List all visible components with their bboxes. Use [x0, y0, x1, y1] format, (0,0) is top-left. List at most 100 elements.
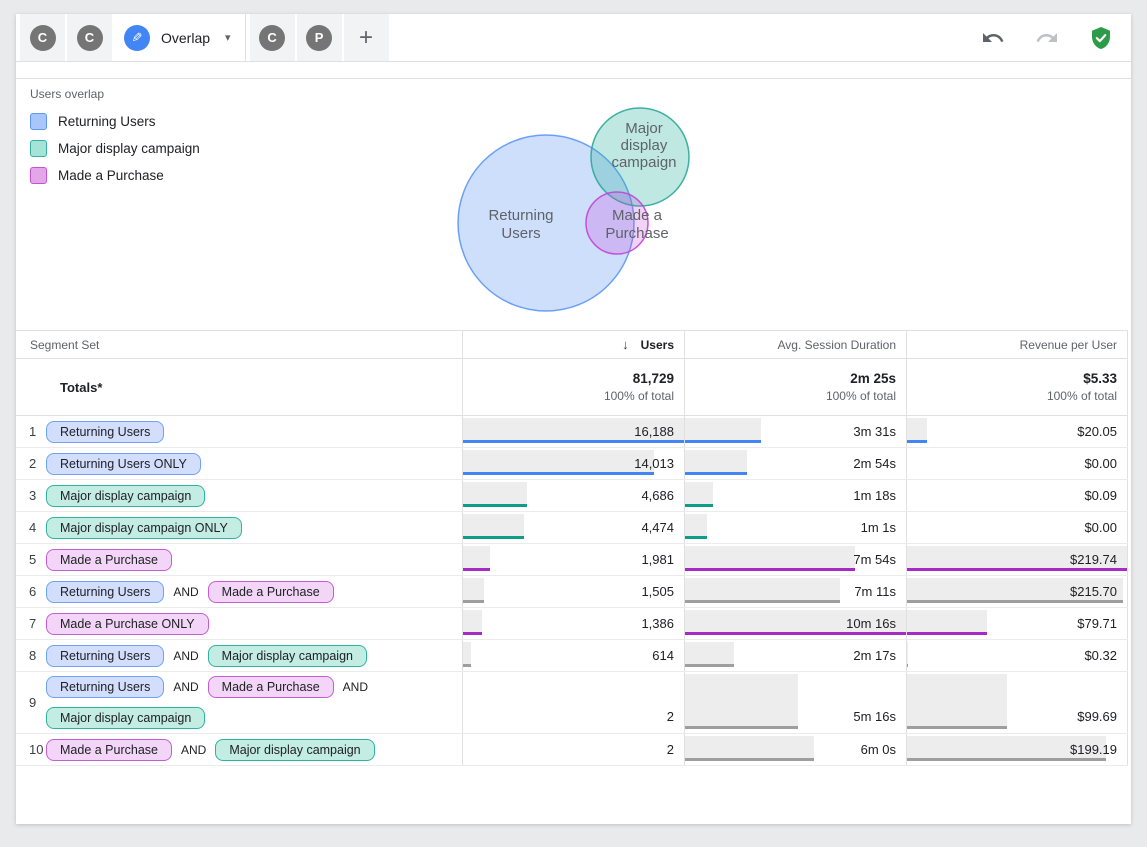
row-number: 1: [16, 424, 46, 439]
revenue-cell: $79.71: [906, 608, 1128, 639]
revenue-value: $0.00: [1084, 456, 1127, 471]
users-cell: 2: [462, 734, 684, 765]
revenue-bar: [907, 674, 1007, 729]
users-cell: 614: [462, 640, 684, 671]
duration-cell: 5m 16s: [684, 672, 906, 733]
duration-bar: [685, 482, 713, 507]
duration-bar: [685, 642, 734, 667]
table-body: 1Returning Users16,1883m 31s$20.052Retur…: [16, 416, 1131, 766]
tab-overlap-active[interactable]: ✎ Overlap ▾: [114, 14, 246, 61]
duration-cell: 1m 18s: [684, 480, 906, 511]
revenue-value: $0.32: [1084, 648, 1127, 663]
data-protected-shield-icon[interactable]: [1089, 26, 1113, 50]
segment-chip[interactable]: Major display campaign: [215, 739, 374, 761]
table-row[interactable]: 8Returning UsersANDMajor display campaig…: [16, 640, 1128, 672]
column-header-revenue-per-user[interactable]: Revenue per User: [906, 331, 1128, 358]
sort-descending-icon: ↓: [622, 337, 629, 352]
duration-value: 7m 54s: [853, 552, 906, 567]
table-row[interactable]: 1Returning Users 16,1883m 31s $20.05: [16, 416, 1128, 448]
row-number: 4: [16, 520, 46, 535]
users-cell: 1,505: [462, 576, 684, 607]
revenue-cell: $0.00: [906, 512, 1128, 543]
segment-chip[interactable]: Returning Users: [46, 421, 164, 443]
table-row[interactable]: 10Made a PurchaseANDMajor display campai…: [16, 734, 1128, 766]
duration-bar: [685, 546, 855, 571]
table-row[interactable]: 4Major display campaign ONLY4,4741m 1s$0…: [16, 512, 1128, 544]
revenue-value: $0.00: [1084, 520, 1127, 535]
segment-chip[interactable]: Major display campaign ONLY: [46, 517, 242, 539]
users-value: 16,188: [634, 424, 684, 439]
tab-sheet-1[interactable]: C: [20, 14, 65, 61]
add-tab-button[interactable]: +: [344, 14, 389, 61]
segment-chip[interactable]: Returning Users ONLY: [46, 453, 201, 475]
revenue-value: $219.74: [1070, 552, 1127, 567]
duration-value: 2m 17s: [853, 648, 906, 663]
users-cell: 16,188: [462, 416, 684, 447]
segment-chip[interactable]: Major display campaign: [46, 485, 205, 507]
users-cell: 1,386: [462, 608, 684, 639]
segment-table: Segment Set ↓ Users Avg. Session Duratio…: [16, 330, 1131, 766]
tab-sheet-3[interactable]: C: [250, 14, 295, 61]
table-row[interactable]: 6Returning UsersANDMade a Purchase1,5057…: [16, 576, 1128, 608]
table-header-row: Segment Set ↓ Users Avg. Session Duratio…: [16, 330, 1128, 359]
duration-cell: 10m 16s: [684, 608, 906, 639]
column-header-segment-set: Segment Set: [16, 338, 462, 352]
duration-value: 7m 11s: [854, 584, 906, 599]
revenue-value: $79.71: [1077, 616, 1127, 631]
segment-chip[interactable]: Made a Purchase: [208, 676, 334, 698]
table-row[interactable]: 9Returning UsersANDMade a PurchaseANDMaj…: [16, 672, 1128, 734]
segment-chip[interactable]: Returning Users: [46, 676, 164, 698]
revenue-bar: [907, 610, 987, 635]
segment-chip[interactable]: Made a Purchase: [46, 739, 172, 761]
revenue-cell: $99.69: [906, 672, 1128, 733]
overlap-visualization-panel: Users overlap Returning UsersMajor displ…: [16, 78, 1131, 330]
users-bar: [463, 578, 484, 603]
tab-sheet-2[interactable]: C: [67, 14, 112, 61]
segment-chip[interactable]: Made a Purchase ONLY: [46, 613, 209, 635]
column-header-avg-session-duration[interactable]: Avg. Session Duration: [684, 331, 906, 358]
segment-chip[interactable]: Returning Users: [46, 581, 164, 603]
revenue-bar: [907, 418, 927, 443]
users-bar: [463, 450, 654, 475]
row-number: 5: [16, 552, 46, 567]
revenue-cell: $215.70: [906, 576, 1128, 607]
duration-cell: 7m 11s: [684, 576, 906, 607]
segment-set-cell: 3Major display campaign: [16, 480, 462, 511]
duration-cell: 2m 17s: [684, 640, 906, 671]
users-value: 4,686: [641, 488, 684, 503]
segment-chip[interactable]: Made a Purchase: [208, 581, 334, 603]
table-row[interactable]: 7Made a Purchase ONLY 1,38610m 16s $79.71: [16, 608, 1128, 640]
users-cell: 2: [462, 672, 684, 733]
segment-set-cell: 2Returning Users ONLY: [16, 448, 462, 479]
duration-bar: [685, 418, 761, 443]
table-row[interactable]: 2Returning Users ONLY14,0132m 54s$0.00: [16, 448, 1128, 480]
row-number: 7: [16, 616, 46, 631]
duration-bar: [685, 450, 747, 475]
undo-icon[interactable]: [981, 26, 1005, 50]
duration-bar: [685, 674, 798, 729]
revenue-cell: $0.32: [906, 640, 1128, 671]
segment-chip[interactable]: Major display campaign: [208, 645, 367, 667]
revenue-value: $0.09: [1084, 488, 1127, 503]
duration-cell: 7m 54s: [684, 544, 906, 575]
chevron-down-icon[interactable]: ▾: [225, 31, 231, 44]
segment-set-cell: 9Returning UsersANDMade a PurchaseANDMaj…: [16, 672, 462, 733]
table-row[interactable]: 5Made a Purchase1,9817m 54s$219.74: [16, 544, 1128, 576]
duration-bar: [685, 736, 814, 761]
and-operator-label: AND: [173, 585, 198, 599]
users-value: 2: [667, 709, 684, 724]
duration-cell: 2m 54s: [684, 448, 906, 479]
and-operator-label: AND: [343, 680, 368, 694]
segment-chip[interactable]: Returning Users: [46, 645, 164, 667]
segment-chip[interactable]: Major display campaign: [46, 707, 205, 729]
users-value: 2: [667, 742, 684, 757]
tab-sheet-4[interactable]: P: [297, 14, 342, 61]
duration-cell: 3m 31s: [684, 416, 906, 447]
segment-chip[interactable]: Made a Purchase: [46, 549, 172, 571]
table-row[interactable]: 3Major display campaign 4,6861m 18s $0.09: [16, 480, 1128, 512]
revenue-value: $20.05: [1077, 424, 1127, 439]
users-bar: [463, 482, 527, 507]
redo-icon[interactable]: [1035, 26, 1059, 50]
column-header-users[interactable]: ↓ Users: [462, 331, 684, 358]
edit-pencil-icon: ✎: [124, 25, 150, 51]
